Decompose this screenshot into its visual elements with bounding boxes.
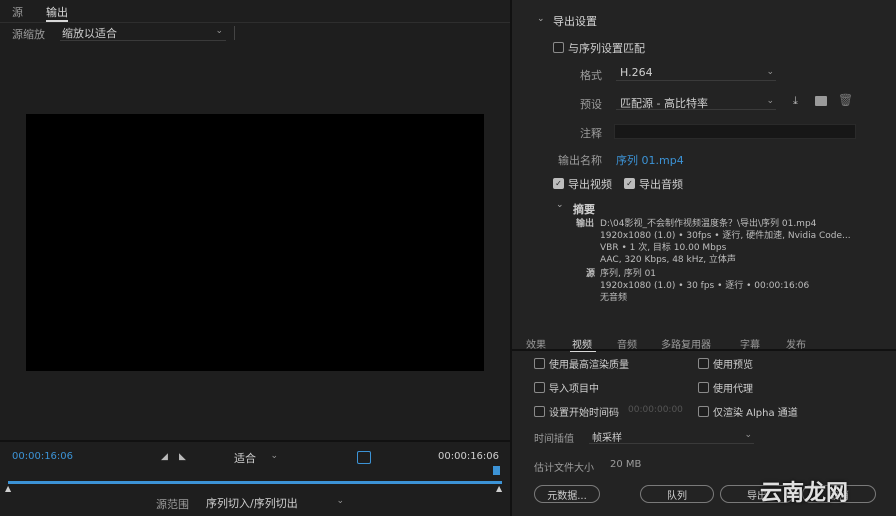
divider (234, 26, 235, 40)
export-video-checkbox[interactable]: ✓ (553, 178, 564, 189)
output-name-link[interactable]: 序列 01.mp4 (616, 152, 684, 168)
use-proxy-label: 使用代理 (713, 384, 753, 395)
format-label: 格式 (580, 69, 602, 82)
mark-out-icon[interactable]: ◣ (179, 452, 186, 462)
import-into-project-checkbox[interactable] (534, 382, 545, 393)
render-alpha-only-checkbox[interactable] (698, 406, 709, 417)
timeline-scrubber[interactable] (8, 481, 502, 484)
chevron-down-icon: ⌄ (766, 96, 774, 106)
export-settings-panel: ⌄ 导出设置 与序列设置匹配 格式 H.264 ⌄ 预设 匹配源 - 高比特率 … (512, 0, 896, 516)
chevron-down-icon: ⌄ (336, 496, 344, 506)
tab-source[interactable]: 源 (12, 4, 23, 20)
summary-title: 摘要 (573, 203, 595, 216)
preset-value: 匹配源 - 高比特率 (620, 97, 708, 110)
output-video-info: 1920x1080 (1.0) • 30fps • 逐行, 硬件加速, Nvid… (600, 231, 851, 241)
source-range-select[interactable]: 序列切入/序列切出 ⌄ (204, 494, 346, 510)
chevron-down-icon: ⌄ (270, 451, 278, 461)
zoom-select-value: 缩放以适合 (62, 27, 117, 40)
watermark: 云南龙网 (760, 481, 849, 506)
estimated-size-label: 估计文件大小 (534, 463, 594, 474)
match-sequence-label: 与序列设置匹配 (568, 42, 645, 55)
playhead-icon[interactable] (493, 466, 500, 475)
set-start-timecode-checkbox[interactable] (534, 406, 545, 417)
output-summary: D:\04影视_不会制作视频温度条？\导出\序列 01.mp4 1920x108… (600, 218, 870, 266)
save-preset-icon[interactable]: ⤓ (793, 94, 798, 108)
max-render-quality-label: 使用最高渲染质量 (549, 360, 629, 371)
start-timecode-field[interactable]: 00:00:00:00 (628, 405, 683, 415)
source-range-label: 源范围 (156, 498, 189, 511)
max-render-quality-checkbox[interactable] (534, 358, 545, 369)
source-video-info: 1920x1080 (1.0) • 30 fps • 逐行 • 00:00:16… (600, 281, 810, 291)
estimated-size-value: 20 MB (610, 459, 642, 470)
import-into-project-label: 导入项目中 (549, 384, 599, 395)
time-interpolation-value: 帧采样 (592, 433, 622, 444)
chevron-down-icon: ⌄ (744, 430, 752, 440)
metadata-button[interactable]: 元数据... (534, 485, 600, 503)
chevron-down-icon: ⌄ (215, 26, 223, 36)
out-point-icon[interactable]: ▲ (496, 484, 502, 493)
mark-in-icon[interactable]: ◢ (161, 452, 168, 462)
export-audio-checkbox[interactable]: ✓ (624, 178, 635, 189)
fit-select-value: 适合 (234, 452, 256, 465)
match-sequence-checkbox[interactable] (553, 42, 564, 53)
collapse-chevron-icon[interactable]: ⌄ (537, 14, 545, 24)
comment-label: 注释 (580, 127, 602, 140)
video-preview (26, 114, 484, 371)
in-point-icon[interactable]: ▲ (5, 484, 11, 493)
use-preview-label: 使用预览 (713, 360, 753, 371)
divider (0, 22, 510, 23)
output-path: D:\04影视_不会制作视频温度条？\导出\序列 01.mp4 (600, 219, 817, 229)
source-summary: 序列, 序列 01 1920x1080 (1.0) • 30 fps • 逐行 … (600, 268, 870, 304)
export-audio-label: 导出音频 (639, 178, 683, 191)
zoom-select[interactable]: 缩放以适合 ⌄ (60, 25, 226, 41)
export-video-label: 导出视频 (568, 178, 612, 191)
source-output-panel: 源 输出 源缩放 缩放以适合 ⌄ 00:00:16:06 ◢ ◣ 适合 ⌄ 00… (0, 0, 510, 516)
format-select[interactable]: H.264 ⌄ (616, 66, 776, 81)
divider (512, 349, 896, 351)
output-bitrate-info: VBR • 1 次, 目标 10.00 Mbps (600, 243, 727, 253)
format-value: H.264 (620, 66, 653, 79)
set-start-timecode-label: 设置开始时间码 (549, 408, 619, 419)
source-range-value: 序列切入/序列切出 (206, 497, 298, 510)
chevron-down-icon: ⌄ (766, 67, 774, 77)
time-interpolation-select[interactable]: 帧采样 ⌄ (589, 429, 754, 444)
use-preview-checkbox[interactable] (698, 358, 709, 369)
fit-select[interactable]: 适合 ⌄ (232, 450, 280, 465)
duration-timecode: 00:00:16:06 (438, 451, 500, 462)
divider (0, 440, 510, 442)
output-summary-label: 输出 (576, 219, 595, 229)
tab-output[interactable]: 输出 (46, 4, 68, 20)
current-timecode[interactable]: 00:00:16:06 (12, 451, 73, 462)
render-alpha-only-label: 仅渲染 Alpha 通道 (713, 408, 798, 419)
source-zoom-label: 源缩放 (12, 28, 45, 41)
source-summary-label: 源 (586, 269, 596, 279)
output-audio-info: AAC, 320 Kbps, 48 kHz, 立体声 (600, 255, 736, 265)
time-interpolation-label: 时间插值 (534, 434, 574, 445)
collapse-chevron-icon[interactable]: ⌄ (556, 200, 564, 210)
output-name-label: 输出名称 (558, 154, 602, 167)
preset-select[interactable]: 匹配源 - 高比特率 ⌄ (616, 95, 776, 110)
export-settings-title: 导出设置 (553, 15, 597, 28)
use-proxy-checkbox[interactable] (698, 382, 709, 393)
import-preset-icon[interactable] (815, 96, 827, 106)
queue-button[interactable]: 队列 (640, 485, 714, 503)
source-audio-info: 无音频 (600, 293, 628, 303)
comment-input[interactable] (614, 124, 856, 139)
source-sequence: 序列, 序列 01 (600, 269, 657, 279)
delete-preset-icon[interactable]: 🗑 (838, 93, 853, 107)
preset-label: 预设 (580, 98, 602, 111)
aspect-correction-icon[interactable] (357, 451, 371, 464)
